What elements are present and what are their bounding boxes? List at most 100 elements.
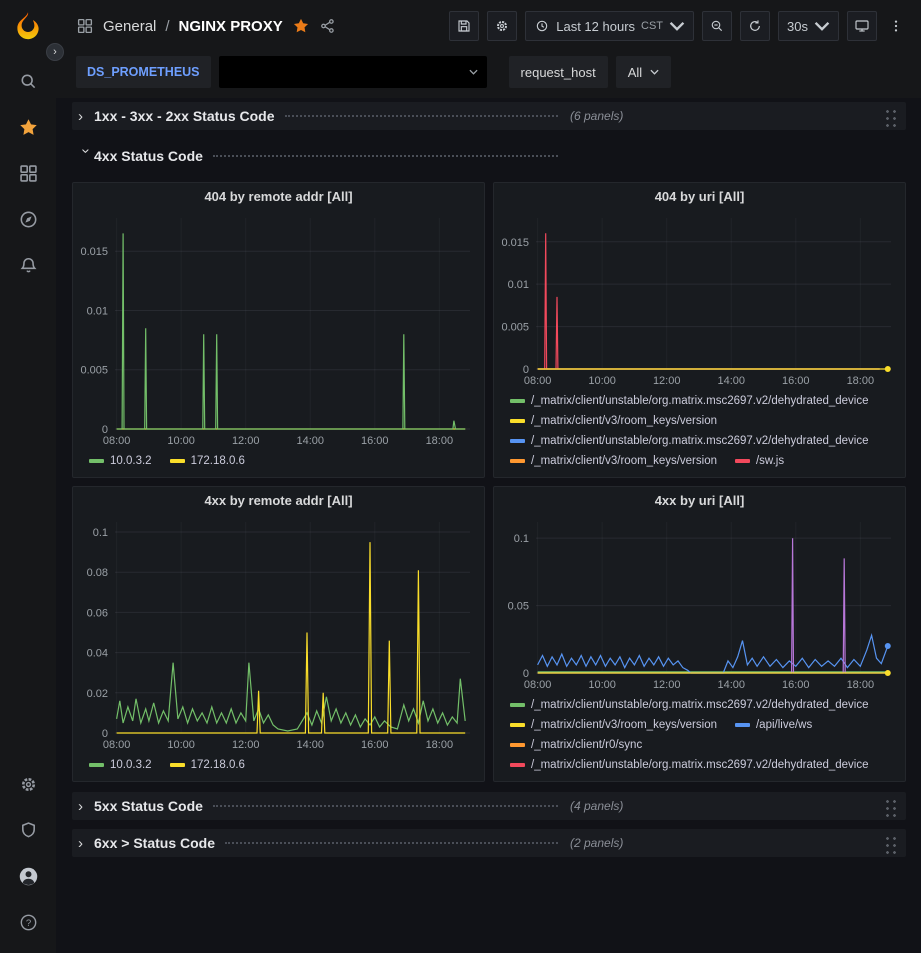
zoom-out-button[interactable] bbox=[702, 11, 732, 41]
sidebar-collapse-button[interactable]: › bbox=[46, 43, 64, 61]
row-drag-handle[interactable] bbox=[883, 833, 898, 854]
chevron-right-icon: › bbox=[78, 835, 94, 852]
legend-item[interactable]: /_matrix/client/unstable/org.matrix.msc2… bbox=[510, 756, 869, 774]
legend-series-label: /_matrix/client/r0/sync bbox=[531, 736, 642, 754]
legend-item[interactable]: /_matrix/client/unstable/org.matrix.msc2… bbox=[510, 432, 869, 450]
datasource-variable-select[interactable] bbox=[219, 56, 487, 88]
dashboard-settings-button[interactable] bbox=[487, 11, 517, 41]
breadcrumb-folder[interactable]: General bbox=[103, 18, 156, 35]
legend-item[interactable]: 10.0.3.2 bbox=[89, 452, 152, 470]
time-series-chart[interactable]: 00.0050.010.01508:0010:0012:0014:0016:00… bbox=[494, 210, 905, 389]
legend-series-label: 172.18.0.6 bbox=[191, 452, 245, 470]
panel-grid: 404 by remote addr [All] 00.0050.010.015… bbox=[72, 182, 906, 782]
row-5xx[interactable]: › 5xx Status Code (4 panels) bbox=[72, 792, 906, 820]
clock-icon bbox=[534, 18, 550, 34]
legend-series-marker bbox=[89, 459, 104, 463]
svg-text:0.01: 0.01 bbox=[508, 279, 529, 291]
topbar-actions: Last 12 hours CST 30s bbox=[449, 11, 907, 41]
caret-down-icon bbox=[469, 69, 478, 75]
legend-item[interactable]: 172.18.0.6 bbox=[170, 756, 245, 774]
refresh-interval-label: 30s bbox=[787, 19, 808, 34]
legend-series-marker bbox=[510, 419, 525, 423]
request-host-variable-select[interactable]: All bbox=[616, 56, 671, 88]
time-series-chart[interactable]: 00.020.040.060.080.108:0010:0012:0014:00… bbox=[73, 514, 484, 753]
svg-text:14:00: 14:00 bbox=[296, 435, 324, 447]
legend-series-marker bbox=[510, 399, 525, 403]
svg-text:?: ? bbox=[25, 917, 30, 928]
save-dashboard-button[interactable] bbox=[449, 11, 479, 41]
time-series-chart[interactable]: 00.0050.010.01508:0010:0012:0014:0016:00… bbox=[73, 210, 484, 449]
chevron-right-icon: › bbox=[78, 798, 94, 815]
row-6xx[interactable]: › 6xx > Status Code (2 panels) bbox=[72, 829, 906, 857]
dashboard-title[interactable]: NGINX PROXY bbox=[179, 18, 283, 35]
refresh-interval-picker[interactable]: 30s bbox=[778, 11, 839, 41]
kebab-icon bbox=[888, 18, 904, 34]
svg-text:10:00: 10:00 bbox=[167, 435, 195, 447]
more-options-button[interactable] bbox=[885, 11, 907, 41]
svg-text:12:00: 12:00 bbox=[232, 739, 260, 751]
sidebar-item-server-admin[interactable] bbox=[0, 807, 56, 853]
time-range-picker[interactable]: Last 12 hours CST bbox=[525, 11, 694, 41]
row-drag-handle[interactable] bbox=[883, 796, 898, 817]
legend-item[interactable]: /_matrix/client/r0/sync bbox=[510, 736, 642, 754]
row-title: 4xx Status Code bbox=[94, 148, 203, 164]
refresh-button[interactable] bbox=[740, 11, 770, 41]
star-icon[interactable] bbox=[292, 17, 310, 35]
legend-series-marker bbox=[510, 703, 525, 707]
request-host-variable-label[interactable]: request_host bbox=[509, 56, 608, 88]
panel-title[interactable]: 404 by remote addr [All] bbox=[73, 183, 484, 210]
svg-text:0.1: 0.1 bbox=[514, 533, 529, 545]
panel-title[interactable]: 4xx by remote addr [All] bbox=[73, 487, 484, 514]
gear-icon bbox=[494, 18, 510, 34]
sidebar-item-alerting[interactable] bbox=[0, 242, 56, 288]
legend-item[interactable]: /_matrix/client/v3/room_keys/version bbox=[510, 412, 717, 430]
time-series-chart[interactable]: 00.050.108:0010:0012:0014:0016:0018:00 bbox=[494, 514, 905, 693]
row-drag-handle[interactable] bbox=[883, 106, 898, 127]
legend-series-label: /_matrix/client/unstable/org.matrix.msc2… bbox=[531, 432, 869, 450]
svg-text:08:00: 08:00 bbox=[103, 739, 131, 751]
legend-series-marker bbox=[170, 459, 185, 463]
sidebar-item-explore[interactable] bbox=[0, 196, 56, 242]
legend-series-marker bbox=[89, 763, 104, 767]
sidebar-item-help[interactable]: ? bbox=[0, 899, 56, 945]
svg-text:10:00: 10:00 bbox=[588, 679, 616, 691]
grafana-logo[interactable] bbox=[11, 10, 45, 44]
legend-item[interactable]: /_matrix/client/v3/room_keys/version bbox=[510, 452, 717, 470]
app-root: ? › General / NGINX PROXY bbox=[0, 0, 921, 953]
variables-row: DS_PROMETHEUS request_host All bbox=[56, 52, 921, 98]
sidebar-item-configuration[interactable] bbox=[0, 761, 56, 807]
row-title: 6xx > Status Code bbox=[94, 835, 215, 851]
row-1xx-3xx-2xx[interactable]: › 1xx - 3xx - 2xx Status Code (6 panels) bbox=[72, 102, 906, 130]
panel-title-text: 404 by remote addr [All] bbox=[204, 189, 352, 204]
chevron-right-icon: › bbox=[78, 108, 94, 125]
share-icon[interactable] bbox=[319, 17, 337, 35]
sidebar-item-dashboards[interactable] bbox=[0, 150, 56, 196]
legend-series-label: /_matrix/client/unstable/org.matrix.msc2… bbox=[531, 696, 869, 714]
svg-text:0.1: 0.1 bbox=[93, 527, 108, 539]
legend-series-marker bbox=[510, 459, 525, 463]
legend-item[interactable]: /_matrix/client/unstable/org.matrix.msc2… bbox=[510, 696, 869, 714]
legend-item[interactable]: /sw.js bbox=[735, 452, 784, 470]
panel-title-text: 404 by uri [All] bbox=[655, 189, 745, 204]
legend-item[interactable]: /_matrix/client/v3/room_keys/version bbox=[510, 716, 717, 734]
svg-text:0.005: 0.005 bbox=[501, 322, 529, 334]
row-4xx[interactable]: › 4xx Status Code bbox=[72, 142, 906, 170]
legend-item[interactable]: /_matrix/client/unstable/org.matrix.msc2… bbox=[510, 392, 869, 410]
legend-series-label: /sw.js bbox=[756, 452, 784, 470]
legend-series-label: /api/live/ws bbox=[756, 716, 812, 734]
avatar bbox=[18, 866, 39, 887]
sidebar-item-profile[interactable] bbox=[0, 853, 56, 899]
legend-series-marker bbox=[510, 763, 525, 767]
panel-title[interactable]: 4xx by uri [All] bbox=[494, 487, 905, 514]
sidebar-item-starred[interactable] bbox=[0, 104, 56, 150]
legend-series-marker bbox=[510, 743, 525, 747]
sidebar-item-search[interactable] bbox=[0, 58, 56, 104]
cycle-view-mode-button[interactable] bbox=[847, 11, 877, 41]
legend-item[interactable]: 172.18.0.6 bbox=[170, 452, 245, 470]
panel-title[interactable]: 404 by uri [All] bbox=[494, 183, 905, 210]
datasource-variable-label[interactable]: DS_PROMETHEUS bbox=[76, 56, 211, 88]
legend-series-label: 10.0.3.2 bbox=[110, 756, 152, 774]
panel-legend: /_matrix/client/unstable/org.matrix.msc2… bbox=[494, 389, 905, 477]
legend-item[interactable]: /api/live/ws bbox=[735, 716, 812, 734]
legend-item[interactable]: 10.0.3.2 bbox=[89, 756, 152, 774]
